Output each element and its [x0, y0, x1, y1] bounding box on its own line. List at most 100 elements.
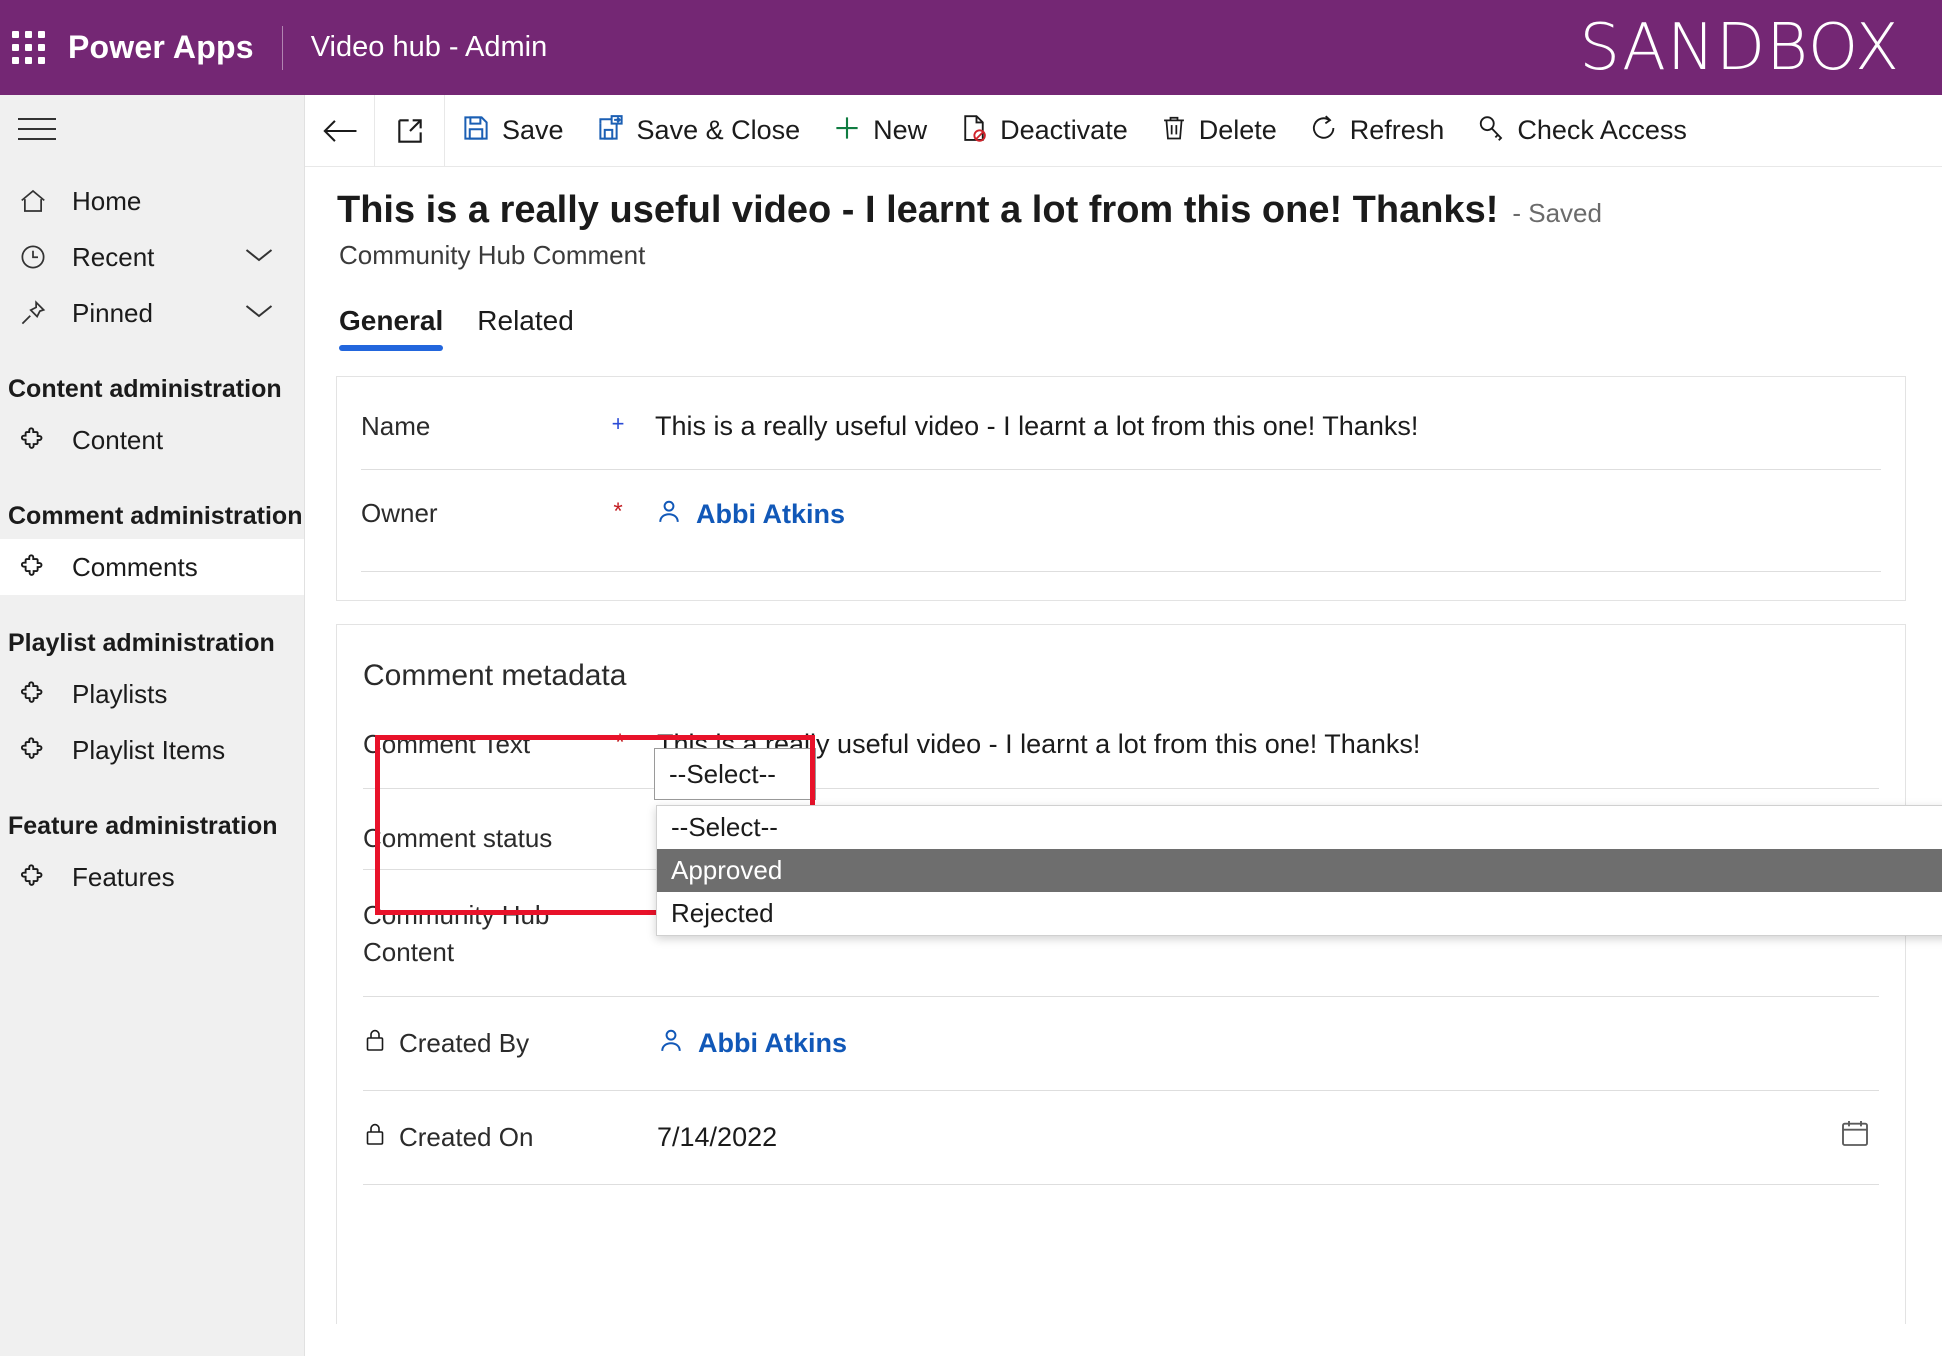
- environment-badge: SANDBOX: [1579, 10, 1900, 85]
- key-icon: [1476, 113, 1506, 148]
- sidebar-item-comments[interactable]: Comments: [0, 539, 304, 595]
- field-label-owner: Owner: [361, 498, 438, 528]
- chevron-down-icon[interactable]: [244, 301, 274, 326]
- lock-icon: [363, 1027, 387, 1060]
- refresh-label: Refresh: [1349, 115, 1445, 145]
- top-header-bar: Power Apps Video hub - Admin SANDBOX: [0, 0, 1942, 95]
- waffle-grid-icon[interactable]: [12, 30, 46, 65]
- comment-status-selected-value: --Select--: [669, 758, 776, 789]
- dropdown-option-rejected[interactable]: Rejected: [657, 892, 1942, 935]
- field-label-line1: Community Hub: [363, 900, 550, 930]
- delete-button[interactable]: Delete: [1144, 95, 1293, 167]
- puzzle-piece-icon: [18, 735, 56, 765]
- home-icon: [18, 186, 56, 216]
- puzzle-piece-icon: [18, 679, 56, 709]
- sidebar-item-label: Comments: [72, 551, 198, 582]
- field-row-name: Name + This is a really useful video - I…: [337, 377, 1905, 442]
- save-floppy-icon: [461, 113, 491, 148]
- sidebar-item-label: Content: [72, 424, 164, 455]
- field-row-owner: Owner * Abbi Atkins: [337, 470, 1905, 531]
- app-name-label[interactable]: Video hub - Admin: [311, 31, 547, 64]
- save-button[interactable]: Save: [445, 95, 580, 167]
- comment-status-select[interactable]: --Select--: [654, 748, 816, 800]
- command-bar: Save Save & Close New Deactivate Delete …: [305, 94, 1942, 167]
- field-label-line2: Content: [363, 937, 455, 967]
- open-in-new-window-icon[interactable]: [375, 95, 444, 167]
- sidebar-group-header: Feature administration: [8, 812, 278, 840]
- sidebar-item-label: Recent: [72, 241, 155, 272]
- field-label-created-by: Created By: [399, 1028, 530, 1058]
- created-by-value[interactable]: Abbi Atkins: [657, 1027, 847, 1060]
- field-label-community-hub-content: Community Hub Content: [363, 900, 601, 968]
- sidebar-item-label: Pinned: [72, 297, 153, 328]
- trash-icon: [1160, 113, 1188, 148]
- owner-name: Abbi Atkins: [696, 499, 846, 529]
- field-row-created-by: Created By Abbi Atkins: [337, 997, 1905, 1060]
- field-label-created-by-wrap: Created By: [363, 1027, 601, 1060]
- sidebar-item-label: Home: [72, 185, 142, 216]
- back-arrow-icon[interactable]: [305, 95, 374, 167]
- sidebar-item-label: Playlists: [72, 678, 168, 709]
- new-button[interactable]: New: [816, 95, 943, 167]
- owner-lookup-value[interactable]: Abbi Atkins: [655, 498, 845, 531]
- puzzle-piece-icon: [18, 862, 56, 892]
- save-label: Save: [502, 115, 564, 145]
- field-label-created-on: Created On: [399, 1122, 534, 1152]
- sidebar-group-header: Content administration: [8, 375, 282, 403]
- sidebar-group-header: Comment administration: [8, 502, 303, 530]
- sidebar-item-home[interactable]: Home: [0, 173, 304, 229]
- field-underline: [363, 1184, 1879, 1185]
- calendar-icon[interactable]: [1839, 1117, 1871, 1154]
- comment-status-option-list: --Select-- Approved Rejected: [656, 805, 1942, 936]
- save-and-close-icon: [596, 113, 626, 148]
- plus-icon: [832, 113, 862, 148]
- field-value-name[interactable]: This is a really useful video - I learnt…: [655, 411, 1418, 442]
- created-on-value[interactable]: 7/14/2022: [657, 1122, 777, 1153]
- deactivate-label: Deactivate: [1000, 115, 1128, 145]
- page-title: This is a really useful video - I learnt…: [337, 189, 1499, 231]
- check-access-button[interactable]: Check Access: [1460, 95, 1703, 167]
- sidebar-item-features[interactable]: Features: [0, 849, 304, 905]
- required-marker: *: [615, 729, 625, 756]
- sidebar-item-playlist-items[interactable]: Playlist Items: [0, 722, 304, 778]
- chevron-down-icon[interactable]: [244, 245, 274, 270]
- new-label: New: [873, 115, 928, 145]
- recommended-marker: +: [611, 411, 625, 436]
- form-main-area: This is a really useful video - I learnt…: [305, 167, 1942, 1356]
- puzzle-piece-icon: [18, 425, 56, 455]
- deactivate-button[interactable]: Deactivate: [943, 95, 1144, 167]
- required-marker: *: [613, 498, 623, 525]
- sidebar-item-content[interactable]: Content: [0, 412, 304, 468]
- field-row-created-on: Created On 7/14/2022: [337, 1091, 1905, 1154]
- form-tabs: General Related: [305, 305, 1942, 351]
- field-label-created-on-wrap: Created On: [363, 1121, 601, 1154]
- save-status-label: - Saved: [1512, 198, 1602, 228]
- entity-name-label: Community Hub Comment: [339, 240, 646, 270]
- sidebar-item-recent[interactable]: Recent: [0, 229, 304, 285]
- tab-general[interactable]: General: [339, 305, 444, 351]
- sidebar-group-header: Playlist administration: [8, 629, 275, 657]
- sidebar-item-playlists[interactable]: Playlists: [0, 666, 304, 722]
- sidebar-item-pinned[interactable]: Pinned: [0, 285, 304, 341]
- lock-icon: [363, 1121, 387, 1154]
- field-label-comment-status: Comment status: [363, 823, 553, 853]
- save-and-close-label: Save & Close: [636, 115, 801, 145]
- puzzle-piece-icon: [18, 552, 56, 582]
- person-icon: [657, 1027, 685, 1060]
- power-apps-brand[interactable]: Power Apps: [68, 29, 254, 66]
- dropdown-option-approved[interactable]: Approved: [657, 849, 1942, 892]
- delete-label: Delete: [1198, 115, 1277, 145]
- comment-metadata-section-card: Comment metadata Comment Text * This is …: [336, 624, 1906, 1324]
- person-icon: [655, 498, 683, 531]
- refresh-button[interactable]: Refresh: [1293, 95, 1461, 167]
- dropdown-option-select[interactable]: --Select--: [657, 806, 1942, 849]
- refresh-icon: [1309, 113, 1339, 148]
- check-access-label: Check Access: [1517, 115, 1687, 145]
- field-label-name: Name: [361, 411, 431, 441]
- pin-icon: [18, 298, 56, 328]
- tab-related[interactable]: Related: [477, 305, 574, 351]
- save-and-close-button[interactable]: Save & Close: [580, 95, 817, 167]
- created-by-name: Abbi Atkins: [698, 1028, 848, 1058]
- deactivate-icon: [959, 113, 989, 148]
- hamburger-menu-icon[interactable]: [0, 95, 305, 163]
